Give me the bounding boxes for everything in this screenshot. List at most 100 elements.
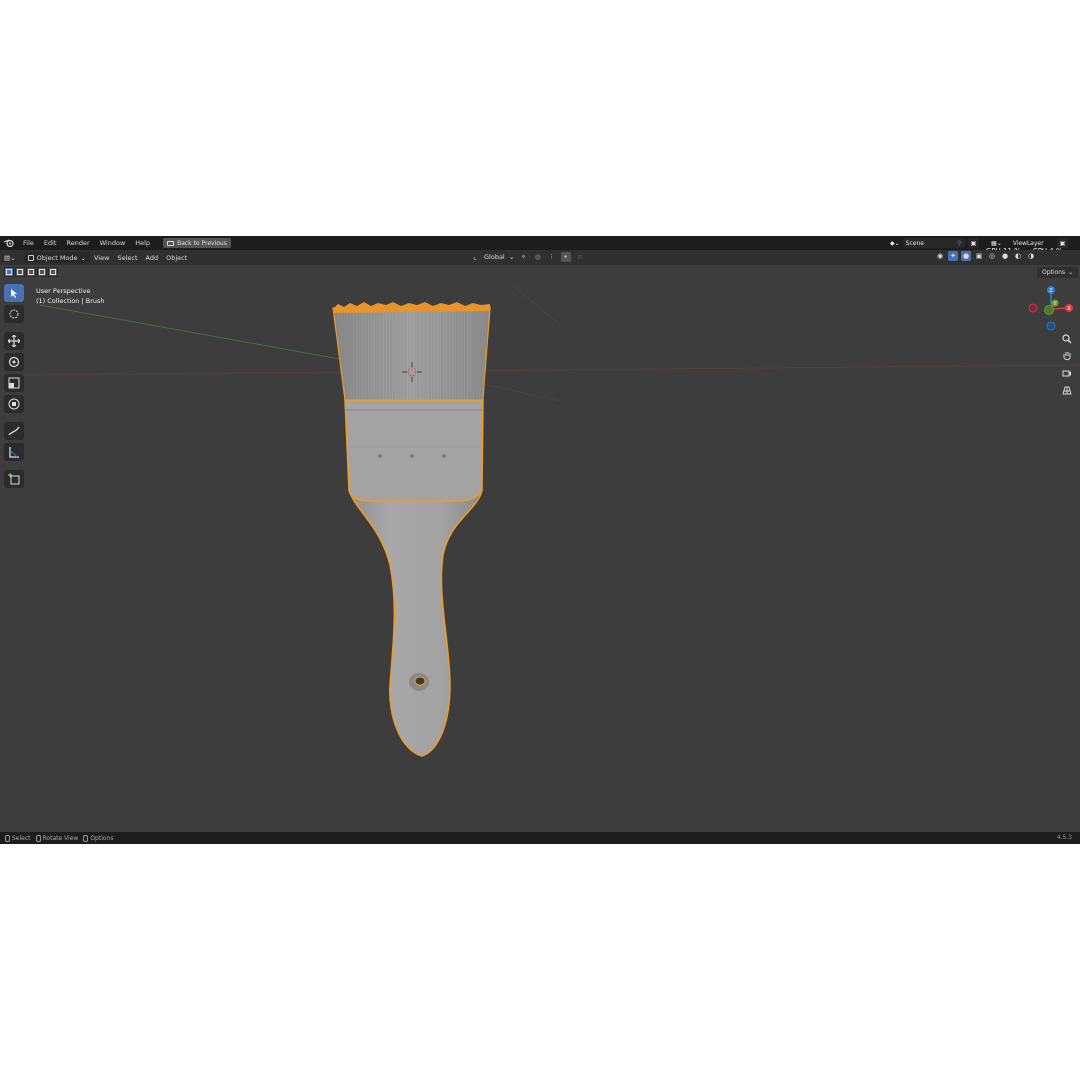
- status-bar: Select Rotate View Options 4.5.3: [0, 832, 1080, 844]
- mouse-left-icon: [5, 834, 10, 842]
- mouse-right-icon: [83, 834, 89, 842]
- zoom-icon[interactable]: [1060, 332, 1074, 346]
- measure-tool[interactable]: [4, 443, 24, 461]
- viewport-nav-buttons: [1060, 332, 1074, 397]
- move-arrows-icon: [8, 335, 20, 347]
- annotate-pen-icon: [8, 426, 20, 436]
- pivot-icon[interactable]: ⚬: [519, 252, 529, 262]
- back-to-previous-button[interactable]: Back to Previous: [163, 238, 231, 248]
- orientation-dropdown[interactable]: Global: [484, 253, 505, 261]
- scene-name-field[interactable]: Scene ⚲: [902, 238, 965, 248]
- gizmo-toggle-icon[interactable]: ✦: [948, 251, 958, 261]
- proportional-edit-icon[interactable]: •: [560, 252, 571, 262]
- blender-logo-icon[interactable]: [0, 236, 18, 250]
- falloff-icon[interactable]: ∩: [575, 252, 585, 262]
- scene-icon[interactable]: ◆⌄: [890, 240, 900, 247]
- transform-tools: ⌞ Global ⌄ ⚬ ◍ ⁝ • ∩: [470, 252, 585, 262]
- object-mode-icon: [27, 254, 34, 261]
- rivet: [378, 454, 382, 458]
- object-mode-dropdown[interactable]: Object Mode ⌄: [23, 252, 90, 263]
- ortho-grid-icon[interactable]: [1060, 383, 1074, 397]
- material-shading-icon[interactable]: ◐: [1013, 251, 1023, 261]
- gizmo-x-label: X: [1067, 306, 1071, 312]
- gizmo-z-label: Z: [1049, 288, 1053, 294]
- grid-line: [509, 282, 561, 326]
- gizmo-neg-y-axis: [1044, 305, 1054, 315]
- select-box-tool[interactable]: [4, 284, 24, 302]
- status-options: Options: [83, 834, 114, 842]
- gizmo-neg-x-axis: [1028, 303, 1038, 313]
- transform-tool[interactable]: [4, 395, 24, 413]
- rivet: [442, 454, 446, 458]
- visibility-icon[interactable]: ◉: [935, 251, 945, 261]
- pan-hand-icon[interactable]: [1060, 349, 1074, 363]
- back-to-previous-label: Back to Previous: [177, 239, 227, 247]
- menu-render[interactable]: Render: [61, 236, 94, 250]
- top-menu-bar: File Edit Render Window Help Back to Pre…: [0, 236, 1080, 255]
- scale-icon: [8, 377, 20, 389]
- move-tool[interactable]: [4, 332, 24, 350]
- brush-ferrule: [344, 399, 484, 502]
- scene-name: Scene: [905, 239, 924, 247]
- snap-icon[interactable]: ◍: [533, 252, 543, 262]
- status-select: Select: [5, 834, 31, 842]
- rivet: [410, 454, 414, 458]
- scene-selector: ◆⌄ Scene ⚲ ▣: [890, 238, 980, 248]
- object-mode-label: Object Mode: [36, 253, 78, 262]
- menu-file[interactable]: File: [18, 236, 39, 250]
- gizmo-neg-z-axis: [1046, 321, 1056, 331]
- cursor-tool[interactable]: [4, 305, 24, 323]
- rotate-icon: [8, 356, 20, 368]
- rotate-tool[interactable]: [4, 353, 24, 371]
- x-axis-line: [19, 364, 1080, 376]
- xray-icon[interactable]: ▣: [974, 251, 984, 261]
- camera-view-icon[interactable]: [1060, 366, 1074, 380]
- brush-handle: [347, 489, 483, 757]
- rendered-shading-icon[interactable]: ◑: [1026, 251, 1036, 261]
- menu-add[interactable]: Add: [142, 252, 163, 263]
- back-icon: [167, 240, 175, 246]
- new-scene-icon[interactable]: ▣: [967, 238, 980, 248]
- mouse-middle-icon: [35, 834, 41, 842]
- status-select-label: Select: [12, 834, 31, 842]
- status-options-label: Options: [90, 834, 114, 842]
- menu-select[interactable]: Select: [113, 252, 141, 263]
- gizmo-y-label: Y: [1053, 301, 1057, 307]
- viewport-display-tools: ◉ ✦ ● ▣ ◎ ● ◐ ◑: [935, 251, 1036, 261]
- snap-increment-icon[interactable]: ⁝: [547, 252, 557, 262]
- status-rotate-label: Rotate View: [42, 834, 79, 842]
- perspective-label: User Perspective: [36, 287, 91, 295]
- menu-view[interactable]: View: [90, 252, 113, 263]
- wireframe-shading-icon[interactable]: ◎: [987, 251, 997, 261]
- viewlayer-name[interactable]: ViewLayer: [1013, 240, 1044, 247]
- viewport-header: ▤⌄ Object Mode ⌄ View Select Add Object …: [0, 250, 1080, 265]
- navigation-gizmo[interactable]: Z X Y: [1026, 284, 1076, 334]
- add-cube-icon: [8, 473, 20, 485]
- solid-shading-icon[interactable]: ●: [1000, 251, 1010, 261]
- pin-icon[interactable]: ⚲: [957, 240, 961, 247]
- viewport-info: User Perspective (1) Collection | Brush: [36, 286, 105, 306]
- editor-type-icon[interactable]: ▤⌄: [0, 252, 20, 263]
- collection-label: (1) Collection | Brush: [36, 297, 105, 305]
- menu-help[interactable]: Help: [130, 236, 155, 250]
- scale-tool[interactable]: [4, 374, 24, 392]
- cursor-icon: [11, 289, 17, 298]
- transform-icon: [8, 398, 20, 410]
- menu-window[interactable]: Window: [95, 236, 131, 250]
- blender-window: File Edit Render Window Help Back to Pre…: [0, 236, 1080, 844]
- status-rotate: Rotate View: [35, 834, 79, 842]
- viewlayer-icon[interactable]: ▦⌄: [991, 240, 1002, 247]
- annotate-tool[interactable]: [4, 422, 24, 440]
- version-label: 4.5.3: [1056, 834, 1072, 841]
- chevron-down-icon: ⌄: [80, 253, 86, 262]
- orientation-icon[interactable]: ⌞: [470, 252, 480, 262]
- grid-line: [479, 382, 561, 402]
- viewport-canvas[interactable]: [0, 265, 1080, 832]
- y-axis-line: [39, 304, 346, 361]
- tool-shelf: [4, 284, 24, 488]
- crosshair-icon: [9, 309, 19, 319]
- menu-edit[interactable]: Edit: [39, 236, 62, 250]
- menu-object[interactable]: Object: [162, 252, 191, 263]
- add-cube-tool[interactable]: [4, 470, 24, 488]
- overlay-toggle-icon[interactable]: ●: [961, 251, 971, 261]
